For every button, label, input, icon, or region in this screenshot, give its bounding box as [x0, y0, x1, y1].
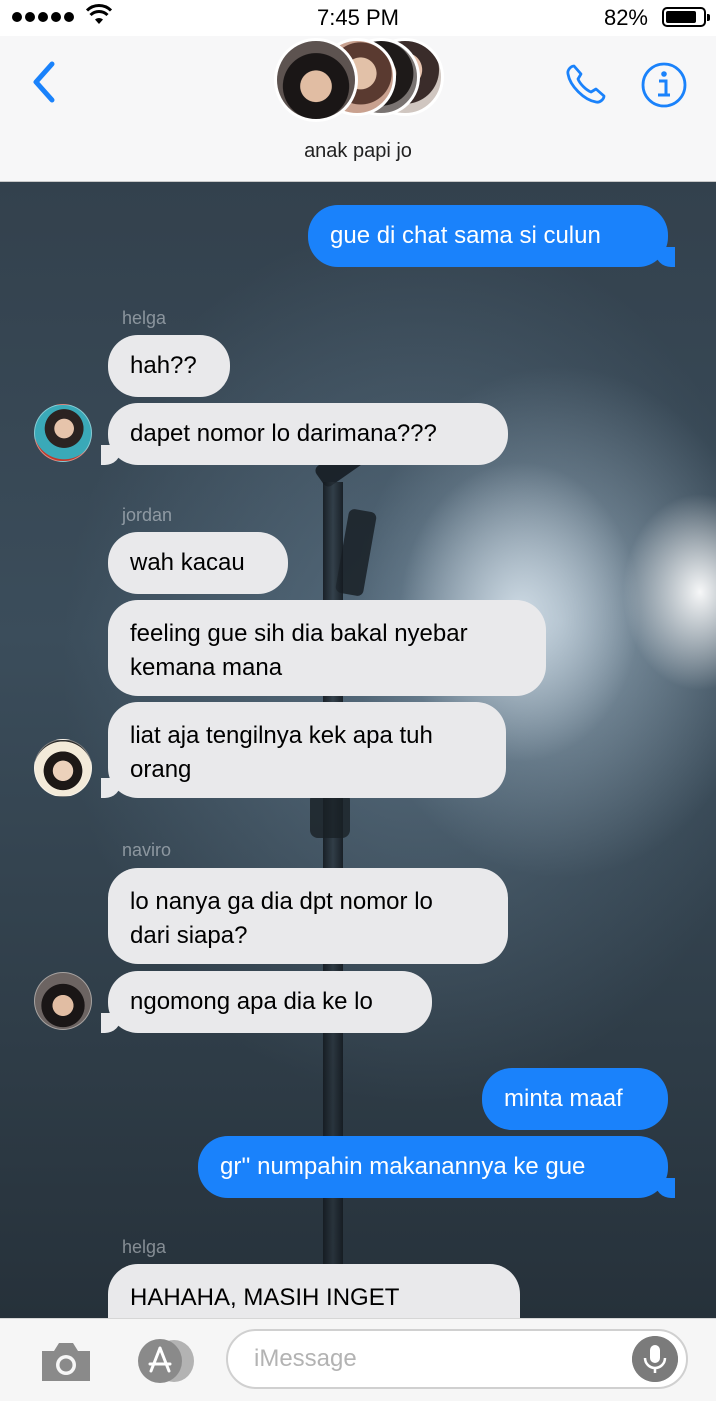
- battery-percentage: 82%: [603, 5, 648, 30]
- info-icon[interactable]: [640, 61, 688, 109]
- chevron-left-icon[interactable]: [26, 58, 62, 106]
- outgoing-message[interactable]: minta maaf: [482, 1068, 668, 1130]
- status-bar: 7:45 PM 82%: [0, 0, 716, 36]
- incoming-message[interactable]: ngomong apa dia ke lo: [101, 971, 432, 1033]
- sender-name: jordan: [122, 505, 173, 525]
- message-input[interactable]: [226, 1329, 688, 1389]
- conversation-header: anak papi jo: [0, 36, 716, 182]
- phone-icon[interactable]: [562, 60, 610, 108]
- incoming-message[interactable]: hah??: [108, 335, 230, 397]
- sender-name: helga: [122, 308, 167, 328]
- avatar-naviro[interactable]: [34, 972, 92, 1030]
- compose-bar: [0, 1318, 716, 1401]
- incoming-message[interactable]: lo nanya ga dia dpt nomor lo dari siapa?: [108, 868, 508, 964]
- group-avatar-1: [274, 38, 358, 122]
- app-store-icon[interactable]: [130, 1338, 196, 1384]
- battery-icon: [662, 7, 710, 27]
- microphone-icon[interactable]: [632, 1336, 678, 1382]
- sender-name: helga: [122, 1237, 167, 1257]
- incoming-message[interactable]: HAHAHA, MASIH INGET: [108, 1264, 520, 1318]
- outgoing-message[interactable]: gue di chat sama si culun: [308, 205, 675, 267]
- avatar-helga[interactable]: [34, 404, 92, 462]
- avatar-jordan[interactable]: [34, 739, 92, 797]
- group-name[interactable]: anak papi jo: [0, 140, 716, 163]
- group-avatars[interactable]: [274, 38, 454, 122]
- incoming-message[interactable]: feeling gue sih dia bakal nyebar kemana …: [108, 600, 546, 696]
- incoming-message[interactable]: liat aja tengilnya kek apa tuh orang: [101, 702, 506, 798]
- camera-icon[interactable]: [38, 1339, 94, 1385]
- incoming-message[interactable]: wah kacau: [108, 532, 288, 594]
- outgoing-message[interactable]: gr'' numpahin makanannya ke gue: [198, 1136, 675, 1198]
- incoming-message[interactable]: dapet nomor lo darimana???: [101, 403, 508, 465]
- background-mic-knob: [310, 792, 350, 838]
- message-thread[interactable]: gue di chat sama si culun helga hah?? da…: [0, 182, 716, 1318]
- sender-name: naviro: [122, 840, 172, 860]
